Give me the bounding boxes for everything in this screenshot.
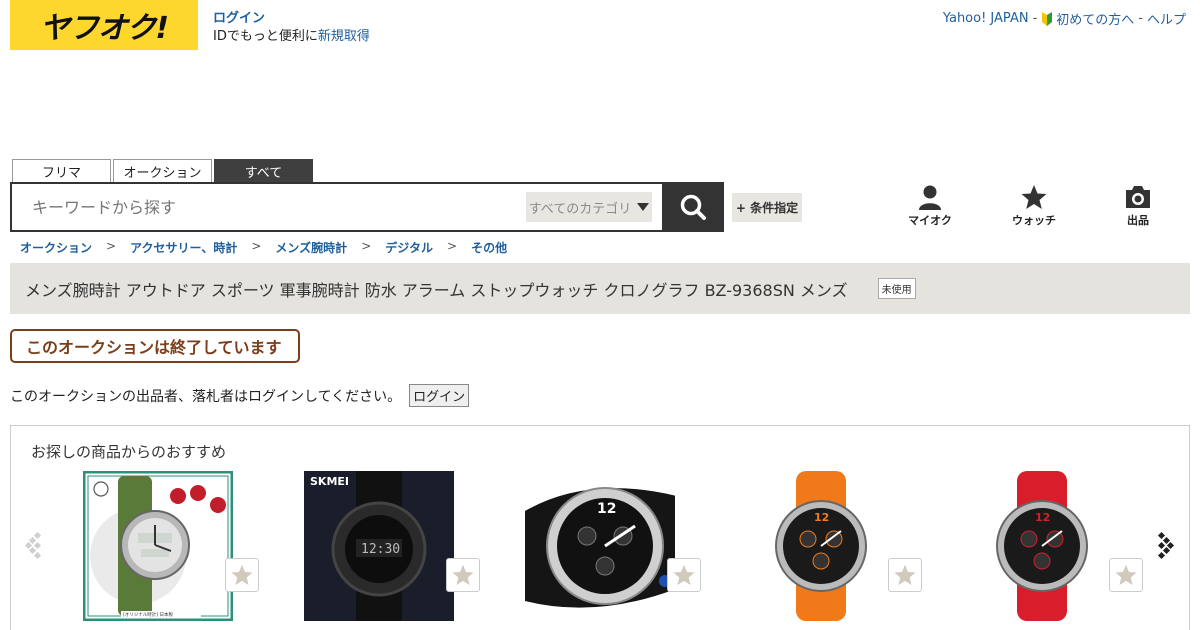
search-button[interactable] <box>662 182 724 232</box>
svg-text:12: 12 <box>814 511 829 524</box>
condition-badge: 未使用 <box>877 278 916 299</box>
sell-label: 出品 <box>1127 214 1149 227</box>
login-link[interactable]: ログイン <box>213 10 370 28</box>
dropdown-arrow-icon <box>637 203 650 211</box>
recommendations-panel: お探しの商品からのおすすめ [オリジナル時計] 日本製 SKMEI 12:30 … <box>10 425 1190 630</box>
recommendation-item[interactable]: 12 <box>955 471 1176 621</box>
top-links: Yahoo! JAPAN - 初めての方へ - ヘルプ <box>943 9 1186 28</box>
register-link[interactable]: 新規取得 <box>318 29 370 44</box>
yahoo-japan-link[interactable]: Yahoo! JAPAN <box>943 11 1029 26</box>
star-icon <box>452 564 474 586</box>
breadcrumb-other[interactable]: その他 <box>471 239 507 256</box>
svg-text:12: 12 <box>597 501 616 517</box>
add-to-watchlist-button[interactable] <box>667 558 701 592</box>
my-auction-label: マイオク <box>908 214 952 227</box>
condition-filter-button[interactable]: + 条件指定 <box>732 193 802 222</box>
red-chronograph-watch-thumbnail[interactable]: 12 <box>967 471 1117 621</box>
star-icon <box>1021 185 1047 209</box>
category-select-label: すべてのカテゴリ <box>528 201 632 217</box>
recommendations-heading: お探しの商品からのおすすめ <box>31 443 227 461</box>
breadcrumb-separator: > <box>361 239 372 253</box>
prev-arrow-icon[interactable] <box>25 530 45 560</box>
star-icon <box>231 564 253 586</box>
category-select[interactable]: すべてのカテゴリ <box>526 192 652 222</box>
star-icon <box>673 564 695 586</box>
item-title: メンズ腕時計 アウトドア スポーツ 軍事腕時計 防水 アラーム ストップウォッチ… <box>25 280 848 300</box>
breadcrumb-separator: > <box>447 239 458 253</box>
person-icon <box>919 185 941 210</box>
recommendation-item[interactable]: SKMEI 12:30 <box>292 471 513 621</box>
beginner-link[interactable]: 初めての方へ <box>1041 9 1134 28</box>
tab-all[interactable]: すべて <box>214 159 313 183</box>
add-to-watchlist-button[interactable] <box>446 558 480 592</box>
tab-auction[interactable]: オークション <box>113 159 212 183</box>
sell-nav[interactable]: 出品 <box>1108 184 1168 228</box>
star-icon <box>1115 564 1137 586</box>
add-to-watchlist-button[interactable] <box>225 558 259 592</box>
top-link-separator: - <box>1032 11 1038 26</box>
svg-text:12: 12 <box>1035 511 1050 524</box>
search-icon <box>680 194 706 220</box>
svg-text:12:30: 12:30 <box>361 542 400 557</box>
recommendation-item[interactable]: [オリジナル時計] 日本製 <box>71 471 292 621</box>
recommendation-item[interactable]: 12 <box>513 471 734 621</box>
breadcrumb-mens-watches[interactable]: メンズ腕時計 <box>275 239 347 256</box>
camera-icon <box>1126 186 1150 208</box>
search-box: すべてのカテゴリ <box>10 182 664 232</box>
orange-chronograph-watch-thumbnail[interactable]: 12 <box>746 471 896 621</box>
login-notice-text: このオークションの出品者、落札者はログインしてください。 <box>10 388 402 405</box>
breadcrumb: オークション > アクセサリー、時計 > メンズ腕時計 > デジタル > その他 <box>20 239 507 256</box>
recommendation-items: [オリジナル時計] 日本製 SKMEI 12:30 12 12 12 <box>71 471 1176 621</box>
help-link[interactable]: ヘルプ <box>1147 9 1186 28</box>
add-to-watchlist-button[interactable] <box>1109 558 1143 592</box>
green-strap-analog-digital-watch-thumbnail[interactable]: [オリジナル時計] 日本製 <box>83 471 233 621</box>
breadcrumb-separator: > <box>251 239 262 253</box>
watch-list-nav[interactable]: ウォッチ <box>1004 184 1064 228</box>
watch-label: ウォッチ <box>1012 214 1056 227</box>
breadcrumb-separator: > <box>106 239 117 253</box>
svg-text:[オリジナル時計] 日本製: [オリジナル時計] 日本製 <box>123 611 173 618</box>
brand-label: SKMEI <box>310 475 349 488</box>
login-block: ログイン IDでもっと便利に新規取得 <box>213 10 370 46</box>
my-auction-nav[interactable]: マイオク <box>900 184 960 228</box>
login-button[interactable]: ログイン <box>409 384 470 407</box>
recommendation-item[interactable]: 12 <box>734 471 955 621</box>
auction-ended-banner: このオークションは終了しています <box>10 329 300 363</box>
top-link-separator: - <box>1138 11 1143 26</box>
search-input[interactable] <box>12 185 526 229</box>
logo-text: ヤフオク! <box>39 11 169 46</box>
yahuoku-logo[interactable]: ヤフオク! <box>10 0 198 50</box>
star-icon <box>894 564 916 586</box>
add-to-watchlist-button[interactable] <box>888 558 922 592</box>
breadcrumb-accessories-watches[interactable]: アクセサリー、時計 <box>130 239 237 256</box>
login-notice: このオークションの出品者、落札者はログインしてください。 ログイン <box>10 384 470 407</box>
breadcrumb-digital[interactable]: デジタル <box>385 239 433 256</box>
item-title-bar: メンズ腕時計 アウトドア スポーツ 軍事腕時計 防水 アラーム ストップウォッチ… <box>10 263 1190 314</box>
register-prefix: IDでもっと便利に <box>213 29 318 44</box>
breadcrumb-auction[interactable]: オークション <box>20 239 92 256</box>
beginner-link-label: 初めての方へ <box>1056 13 1135 28</box>
search-tabs: フリマ オークション すべて <box>12 159 313 183</box>
tab-flea-market[interactable]: フリマ <box>12 159 111 183</box>
silver-black-chronograph-watch-thumbnail[interactable]: 12 <box>525 471 675 621</box>
black-digital-sports-watch-thumbnail[interactable]: SKMEI 12:30 <box>304 471 454 621</box>
beginner-mark-icon <box>1042 12 1053 26</box>
